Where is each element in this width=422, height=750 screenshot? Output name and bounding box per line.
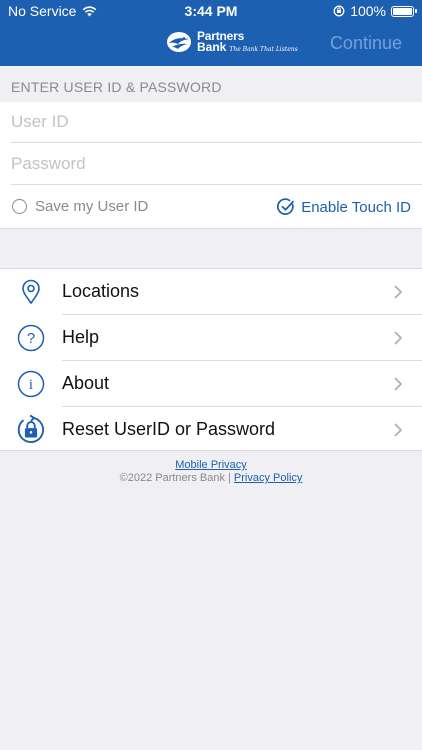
save-user-id-radio[interactable] — [12, 199, 27, 214]
info-icon: i — [16, 369, 46, 399]
logo-text: Partners Bank The Bank That Listens — [197, 30, 298, 54]
menu-item-label: Help — [62, 327, 100, 347]
svg-text:?: ? — [27, 330, 35, 347]
check-circle-icon — [277, 198, 295, 215]
orientation-lock-icon — [333, 5, 345, 17]
menu-item-about[interactable]: i About — [0, 361, 422, 406]
menu-item-reset[interactable]: Reset UserID or Password — [0, 407, 422, 452]
chevron-right-icon — [394, 330, 402, 345]
login-section-label: ENTER USER ID & PASSWORD — [11, 79, 222, 95]
privacy-policy-link[interactable]: Privacy Policy — [234, 472, 302, 484]
question-icon: ? — [16, 323, 46, 353]
lock-reset-icon — [16, 414, 46, 445]
user-id-field[interactable] — [11, 102, 422, 143]
battery-icon — [391, 5, 417, 17]
enable-touch-id-label: Enable Touch ID — [301, 198, 411, 216]
footer-copyright-row: ©2022 Partners Bank | Privacy Policy — [0, 472, 422, 484]
save-user-id-toggle[interactable]: Save my User ID — [12, 198, 148, 215]
location-pin-icon — [16, 277, 46, 307]
svg-text:i: i — [29, 377, 33, 393]
password-field[interactable] — [11, 144, 422, 185]
continue-button[interactable]: Continue — [330, 33, 402, 54]
menu-item-label: Reset UserID or Password — [62, 419, 276, 439]
menu-item-help[interactable]: ? Help — [0, 315, 422, 360]
battery-percent: 100% — [350, 3, 386, 19]
status-right: 100% — [333, 3, 417, 19]
chevron-right-icon — [394, 422, 402, 437]
menu-list: Locations ? Help i About Reset UserID or… — [0, 268, 422, 451]
footer-mobile-privacy-row: Mobile Privacy — [0, 459, 422, 471]
partners-bank-logo: Partners Bank The Bank That Listens — [166, 28, 298, 56]
chevron-right-icon — [394, 376, 402, 391]
status-bar: No Service 3:44 PM 100% — [0, 0, 422, 22]
logo-line2-text: Bank — [197, 40, 227, 54]
eagle-logo-icon — [167, 32, 191, 52]
chevron-right-icon — [394, 284, 402, 299]
battery-fill — [393, 7, 412, 15]
mobile-privacy-link[interactable]: Mobile Privacy — [175, 459, 247, 471]
login-form: Save my User ID Enable Touch ID — [0, 102, 422, 229]
enable-touch-id-toggle[interactable]: Enable Touch ID — [277, 198, 411, 216]
copyright-text: ©2022 Partners Bank | — [119, 472, 234, 484]
menu-item-label: About — [62, 373, 110, 393]
logo-line2: Bank The Bank That Listens — [197, 40, 298, 54]
logo-tagline: The Bank That Listens — [229, 46, 298, 53]
save-user-id-label: Save my User ID — [35, 198, 149, 215]
menu-item-label: Locations — [62, 281, 140, 301]
menu-item-locations[interactable]: Locations — [0, 269, 422, 314]
app-header: No Service 3:44 PM 100% Partners Bank Th… — [0, 0, 422, 66]
